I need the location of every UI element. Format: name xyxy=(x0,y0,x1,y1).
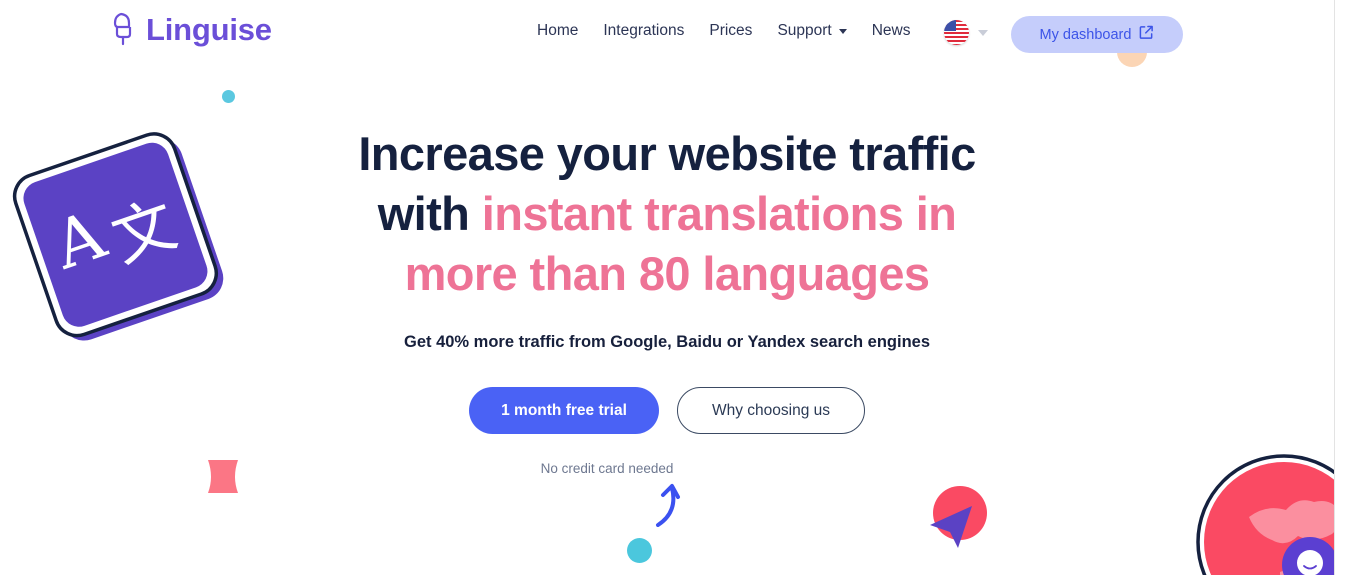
free-trial-button[interactable]: 1 month free trial xyxy=(469,387,659,434)
nav-label: Home xyxy=(537,22,579,39)
external-link-icon xyxy=(1139,25,1154,44)
headline-accent: instant translations in more than 80 lan… xyxy=(404,187,957,300)
vertical-scrollbar[interactable] xyxy=(1334,0,1349,575)
nav-item-integrations[interactable]: Integrations xyxy=(603,22,709,40)
nav-label: News xyxy=(871,22,911,39)
chevron-down-icon xyxy=(838,28,847,34)
dashboard-button-label: My dashboard xyxy=(1039,26,1132,43)
nav-item-support[interactable]: Support xyxy=(777,22,871,40)
curved-arrow-decoration xyxy=(650,482,685,527)
page-title: Increase your website traffic with insta… xyxy=(347,124,987,304)
hero-subtitle: Get 40% more traffic from Google, Baidu … xyxy=(403,333,931,351)
page-root: A 文 Linguise Home Integrations Prices Su… xyxy=(0,0,1349,575)
nav-label: Prices xyxy=(709,22,753,39)
cursor-pointer-decoration xyxy=(920,485,1000,565)
logo-text: Linguise xyxy=(146,11,272,47)
hero-section: Increase your website traffic with insta… xyxy=(0,124,1334,476)
no-credit-card-note: No credit card needed xyxy=(540,461,674,476)
cta-button-row: 1 month free trial Why choosing us xyxy=(469,387,865,434)
linguise-bird-icon xyxy=(112,12,138,46)
language-switcher[interactable] xyxy=(944,20,988,45)
why-choosing-us-button[interactable]: Why choosing us xyxy=(677,387,865,434)
teal-dot-decoration-top xyxy=(222,90,235,103)
main-navigation: Home Integrations Prices Support News xyxy=(537,22,936,40)
nav-item-news[interactable]: News xyxy=(872,22,936,40)
nav-label: Support xyxy=(777,22,832,39)
teal-dot-decoration-bottom xyxy=(627,538,652,563)
my-dashboard-button[interactable]: My dashboard xyxy=(1011,16,1183,53)
chat-smiley-icon xyxy=(1293,546,1327,575)
us-flag-icon xyxy=(944,20,969,45)
nav-item-prices[interactable]: Prices xyxy=(709,22,777,40)
nav-item-home[interactable]: Home xyxy=(537,22,603,40)
nav-label: Integrations xyxy=(603,22,685,39)
site-logo[interactable]: Linguise xyxy=(112,12,272,46)
chevron-down-icon xyxy=(978,29,988,36)
site-header: Linguise Home Integrations Prices Suppor… xyxy=(0,0,1334,68)
